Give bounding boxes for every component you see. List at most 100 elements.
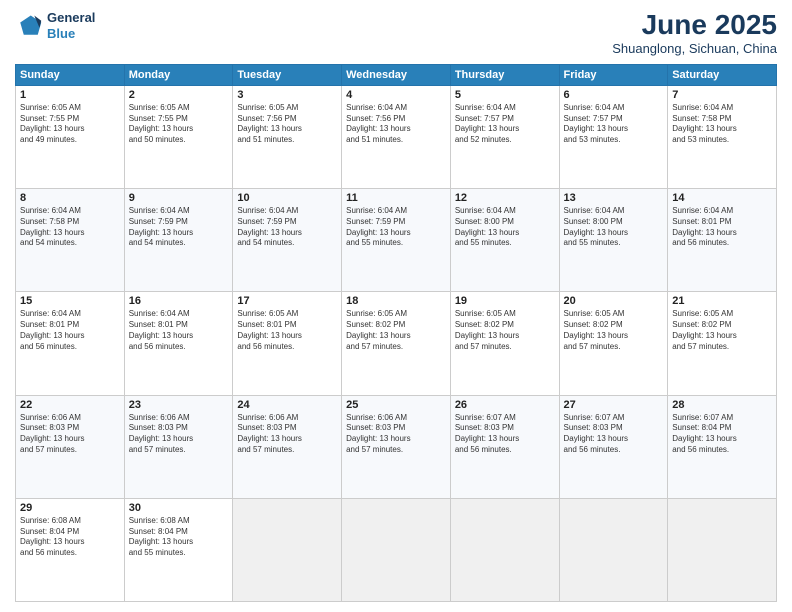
calendar-week-row: 22 Sunrise: 6:06 AM Sunset: 8:03 PM Dayli… (16, 395, 777, 498)
col-sunday: Sunday (16, 64, 125, 85)
day-info: Sunrise: 6:08 AM Sunset: 8:04 PM Dayligh… (129, 516, 229, 559)
col-wednesday: Wednesday (342, 64, 451, 85)
header: General Blue June 2025 Shuanglong, Sichu… (15, 10, 777, 56)
table-row: 2Sunrise: 6:05 AM Sunset: 7:55 PM Daylig… (124, 85, 233, 188)
day-info: Sunrise: 6:04 AM Sunset: 8:01 PM Dayligh… (129, 309, 229, 352)
day-number: 23 (129, 399, 229, 411)
col-friday: Friday (559, 64, 668, 85)
day-number: 20 (564, 295, 664, 307)
table-row: 12 Sunrise: 6:04 AM Sunset: 8:00 PM Dayli… (450, 189, 559, 292)
logo-line1: General (47, 10, 95, 26)
table-row: 20 Sunrise: 6:05 AM Sunset: 8:02 PM Dayli… (559, 292, 668, 395)
calendar-week-row: 15 Sunrise: 6:04 AM Sunset: 8:01 PM Dayli… (16, 292, 777, 395)
day-number: 26 (455, 399, 555, 411)
table-row: 17 Sunrise: 6:05 AM Sunset: 8:01 PM Dayli… (233, 292, 342, 395)
day-number: 13 (564, 192, 664, 204)
day-number: 18 (346, 295, 446, 307)
day-info: Sunrise: 6:04 AM Sunset: 8:01 PM Dayligh… (672, 206, 772, 249)
day-number: 9 (129, 192, 229, 204)
table-row: 5 Sunrise: 6:04 AM Sunset: 7:57 PM Daylig… (450, 85, 559, 188)
table-row: 28Sunrise: 6:07 AM Sunset: 8:04 PM Dayli… (668, 395, 777, 498)
table-row: 18 Sunrise: 6:05 AM Sunset: 8:02 PM Dayli… (342, 292, 451, 395)
col-monday: Monday (124, 64, 233, 85)
day-number: 15 (20, 295, 120, 307)
day-info: Sunrise: 6:06 AM Sunset: 8:03 PM Dayligh… (237, 413, 337, 456)
day-number: 19 (455, 295, 555, 307)
table-row: 19 Sunrise: 6:05 AM Sunset: 8:02 PM Dayli… (450, 292, 559, 395)
day-info: Sunrise: 6:04 AM Sunset: 7:57 PM Dayligh… (564, 103, 664, 146)
day-number: 5 (455, 89, 555, 101)
day-number: 12 (455, 192, 555, 204)
table-row (450, 498, 559, 601)
table-row: 16 Sunrise: 6:04 AM Sunset: 8:01 PM Dayli… (124, 292, 233, 395)
calendar-week-row: 29 Sunrise: 6:08 AM Sunset: 8:04 PM Dayli… (16, 498, 777, 601)
day-info: Sunrise: 6:05 AM Sunset: 8:02 PM Dayligh… (564, 309, 664, 352)
day-info: Sunrise: 6:05 AM Sunset: 7:55 PM Dayligh… (20, 103, 120, 146)
day-info: Sunrise: 6:06 AM Sunset: 8:03 PM Dayligh… (20, 413, 120, 456)
day-number: 29 (20, 502, 120, 514)
calendar-table: Sunday Monday Tuesday Wednesday Thursday… (15, 64, 777, 602)
day-info: Sunrise: 6:05 AM Sunset: 8:02 PM Dayligh… (346, 309, 446, 352)
day-number: 30 (129, 502, 229, 514)
table-row (342, 498, 451, 601)
day-number: 24 (237, 399, 337, 411)
day-info: Sunrise: 6:04 AM Sunset: 8:01 PM Dayligh… (20, 309, 120, 352)
day-number: 6 (564, 89, 664, 101)
table-row: 25Sunrise: 6:06 AM Sunset: 8:03 PM Dayli… (342, 395, 451, 498)
day-info: Sunrise: 6:04 AM Sunset: 7:56 PM Dayligh… (346, 103, 446, 146)
day-number: 11 (346, 192, 446, 204)
logo-line2: Blue (47, 26, 95, 42)
day-number: 14 (672, 192, 772, 204)
table-row: 3Sunrise: 6:05 AM Sunset: 7:56 PM Daylig… (233, 85, 342, 188)
day-number: 8 (20, 192, 120, 204)
day-number: 17 (237, 295, 337, 307)
col-saturday: Saturday (668, 64, 777, 85)
day-info: Sunrise: 6:05 AM Sunset: 8:02 PM Dayligh… (672, 309, 772, 352)
table-row: 8 Sunrise: 6:04 AM Sunset: 7:58 PM Daylig… (16, 189, 125, 292)
table-row (233, 498, 342, 601)
table-row: 22 Sunrise: 6:06 AM Sunset: 8:03 PM Dayli… (16, 395, 125, 498)
month-title: June 2025 (612, 10, 777, 41)
table-row: 13 Sunrise: 6:04 AM Sunset: 8:00 PM Dayli… (559, 189, 668, 292)
day-info: Sunrise: 6:05 AM Sunset: 7:55 PM Dayligh… (129, 103, 229, 146)
table-row: 30 Sunrise: 6:08 AM Sunset: 8:04 PM Dayli… (124, 498, 233, 601)
day-info: Sunrise: 6:04 AM Sunset: 7:57 PM Dayligh… (455, 103, 555, 146)
day-info: Sunrise: 6:08 AM Sunset: 8:04 PM Dayligh… (20, 516, 120, 559)
table-row: 27 Sunrise: 6:07 AM Sunset: 8:03 PM Dayli… (559, 395, 668, 498)
table-row: 14 Sunrise: 6:04 AM Sunset: 8:01 PM Dayli… (668, 189, 777, 292)
col-tuesday: Tuesday (233, 64, 342, 85)
table-row: 29 Sunrise: 6:08 AM Sunset: 8:04 PM Dayli… (16, 498, 125, 601)
day-info: Sunrise: 6:05 AM Sunset: 7:56 PM Dayligh… (237, 103, 337, 146)
day-number: 1 (20, 89, 120, 101)
day-info: Sunrise: 6:04 AM Sunset: 8:00 PM Dayligh… (455, 206, 555, 249)
table-row: 26 Sunrise: 6:07 AM Sunset: 8:03 PM Dayli… (450, 395, 559, 498)
table-row: 21Sunrise: 6:05 AM Sunset: 8:02 PM Dayli… (668, 292, 777, 395)
day-info: Sunrise: 6:05 AM Sunset: 8:01 PM Dayligh… (237, 309, 337, 352)
day-info: Sunrise: 6:04 AM Sunset: 8:00 PM Dayligh… (564, 206, 664, 249)
day-number: 27 (564, 399, 664, 411)
table-row: 23 Sunrise: 6:06 AM Sunset: 8:03 PM Dayli… (124, 395, 233, 498)
table-row (559, 498, 668, 601)
day-number: 4 (346, 89, 446, 101)
day-number: 22 (20, 399, 120, 411)
day-info: Sunrise: 6:04 AM Sunset: 7:59 PM Dayligh… (129, 206, 229, 249)
table-row: 6 Sunrise: 6:04 AM Sunset: 7:57 PM Daylig… (559, 85, 668, 188)
location: Shuanglong, Sichuan, China (612, 41, 777, 56)
day-info: Sunrise: 6:04 AM Sunset: 7:59 PM Dayligh… (346, 206, 446, 249)
calendar-week-row: 1 Sunrise: 6:05 AM Sunset: 7:55 PM Daylig… (16, 85, 777, 188)
title-block: June 2025 Shuanglong, Sichuan, China (612, 10, 777, 56)
col-thursday: Thursday (450, 64, 559, 85)
day-info: Sunrise: 6:05 AM Sunset: 8:02 PM Dayligh… (455, 309, 555, 352)
logo-icon (15, 12, 43, 40)
day-info: Sunrise: 6:04 AM Sunset: 7:58 PM Dayligh… (20, 206, 120, 249)
day-info: Sunrise: 6:07 AM Sunset: 8:04 PM Dayligh… (672, 413, 772, 456)
day-number: 16 (129, 295, 229, 307)
table-row: 7Sunrise: 6:04 AM Sunset: 7:58 PM Daylig… (668, 85, 777, 188)
day-info: Sunrise: 6:06 AM Sunset: 8:03 PM Dayligh… (129, 413, 229, 456)
table-row: 1 Sunrise: 6:05 AM Sunset: 7:55 PM Daylig… (16, 85, 125, 188)
day-info: Sunrise: 6:07 AM Sunset: 8:03 PM Dayligh… (455, 413, 555, 456)
table-row: 15 Sunrise: 6:04 AM Sunset: 8:01 PM Dayli… (16, 292, 125, 395)
day-number: 7 (672, 89, 772, 101)
day-info: Sunrise: 6:07 AM Sunset: 8:03 PM Dayligh… (564, 413, 664, 456)
day-info: Sunrise: 6:04 AM Sunset: 7:59 PM Dayligh… (237, 206, 337, 249)
